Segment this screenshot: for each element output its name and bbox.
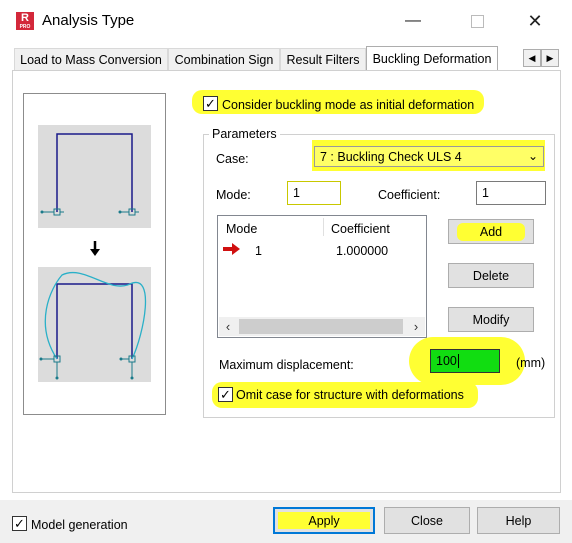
current-row-arrow-icon [223, 243, 240, 255]
tab-scroll-right-button[interactable]: ▶ [541, 49, 559, 67]
scroll-left-icon[interactable]: ‹ [219, 317, 237, 336]
title-bar: R PRO Analysis Type — ✕ [0, 0, 572, 44]
case-label: Case: [216, 152, 249, 166]
scroll-right-icon[interactable]: › [407, 317, 425, 336]
mode-input[interactable]: 1 [287, 181, 341, 205]
table-header-divider [323, 218, 324, 236]
tab-combination-sign[interactable]: Combination Sign [168, 48, 280, 70]
max-displacement-label: Maximum displacement: [219, 358, 354, 372]
help-button[interactable]: Help [477, 507, 560, 534]
parameters-group-label: Parameters [209, 127, 280, 141]
text-cursor [457, 354, 459, 368]
scrollbar-thumb[interactable] [239, 319, 403, 334]
coefficient-label: Coefficient: [378, 188, 441, 202]
add-button[interactable]: Add [448, 219, 534, 244]
modify-button[interactable]: Modify [448, 307, 534, 332]
tab-buckling-deformation[interactable]: Buckling Deformation [366, 46, 498, 70]
table-horizontal-scrollbar[interactable]: ‹ › [219, 317, 425, 336]
app-icon-letter: R [21, 12, 29, 24]
delete-button[interactable]: Delete [448, 263, 534, 288]
case-select-value: 7 : Buckling Check ULS 4 [320, 149, 462, 164]
max-displacement-value: 100 [436, 354, 457, 368]
max-displacement-input[interactable]: 100 [430, 349, 500, 373]
tab-load-to-mass-conversion[interactable]: Load to Mass Conversion [14, 48, 168, 70]
tab-result-filters[interactable]: Result Filters [280, 48, 366, 70]
mode-label: Mode: [216, 188, 251, 202]
case-select[interactable]: 7 : Buckling Check ULS 4 ⌄ [314, 146, 544, 167]
checkmark-icon: ✓ [220, 387, 231, 402]
checkmark-icon: ✓ [14, 516, 25, 531]
checkmark-icon: ✓ [205, 96, 216, 111]
chevron-left-icon: ◀ [528, 52, 536, 63]
model-generation-checkbox[interactable]: ✓ [12, 516, 27, 531]
table-header-coefficient[interactable]: Coefficient [331, 222, 390, 236]
add-button-label: Add [479, 224, 503, 239]
omit-case-label: Omit case for structure with deformation… [236, 388, 464, 402]
table-cell-coefficient: 1.000000 [336, 244, 389, 258]
chevron-down-icon: ⌄ [527, 149, 538, 163]
apply-button[interactable]: Apply [273, 507, 375, 534]
maximize-icon [470, 14, 484, 28]
window-title: Analysis Type [42, 12, 135, 29]
consider-buckling-label: Consider buckling mode as initial deform… [222, 98, 475, 112]
tab-label: Result Filters [286, 52, 360, 67]
modify-button-label: Modify [472, 312, 510, 327]
tab-label: Buckling Deformation [372, 51, 492, 66]
delete-button-label: Delete [472, 268, 510, 283]
omit-case-checkbox[interactable]: ✓ [218, 387, 233, 402]
table-header-mode[interactable]: Mode [226, 222, 257, 236]
coefficient-input[interactable]: 1 [476, 181, 546, 205]
consider-buckling-checkbox[interactable]: ✓ [203, 96, 218, 111]
max-displacement-unit: (mm) [516, 356, 546, 370]
app-icon: R PRO [16, 12, 34, 30]
table-cell-mode: 1 [255, 244, 262, 258]
help-button-label: Help [505, 513, 532, 528]
mode-input-value: 1 [293, 186, 300, 200]
tab-label: Load to Mass Conversion [20, 52, 162, 67]
frame-diagram [38, 125, 151, 382]
minimize-button[interactable]: — [390, 6, 436, 36]
close-button[interactable]: Close [384, 507, 470, 534]
apply-button-label: Apply [308, 513, 340, 528]
coefficient-input-value: 1 [482, 186, 489, 200]
close-window-button[interactable]: ✕ [512, 6, 558, 36]
table-row[interactable]: 1 1.000000 [219, 240, 425, 260]
maximize-button[interactable] [454, 6, 500, 36]
tab-scroll-left-button[interactable]: ◀ [523, 49, 541, 67]
chevron-right-icon: ▶ [546, 52, 554, 63]
model-generation-label: Model generation [31, 518, 128, 532]
app-icon-sub: PRO [19, 24, 31, 30]
close-button-label: Close [411, 513, 443, 528]
tab-label: Combination Sign [174, 52, 274, 67]
buckling-illustration [23, 93, 166, 415]
mode-table[interactable]: Mode Coefficient 1 1.000000 ‹ › [217, 215, 427, 338]
